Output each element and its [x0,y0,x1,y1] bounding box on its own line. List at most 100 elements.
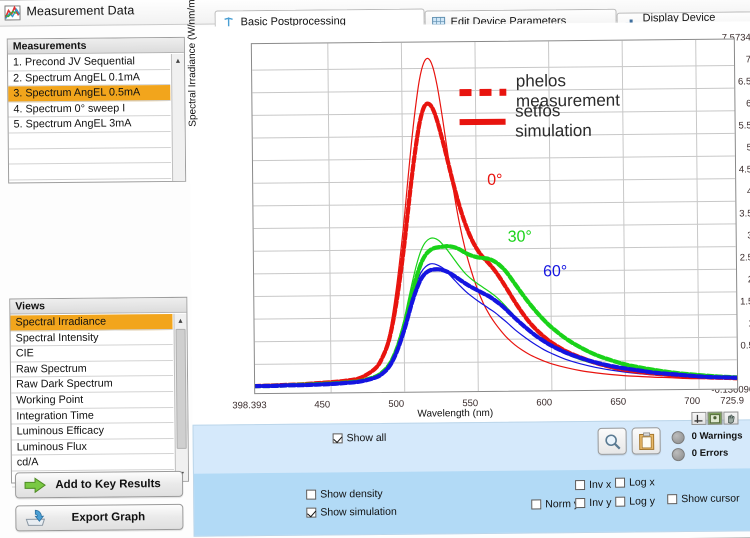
views-rows[interactable]: Spectral Irradiance Spectral Intensity C… [10,314,174,483]
checkbox-label: Show cursor [681,493,739,506]
checkbox-label: Log y [629,495,655,507]
export-graph-label: Export Graph [48,511,182,524]
list-item[interactable]: 2. Spectrum AngEL 0.1mA [8,70,170,87]
list-item-empty[interactable] [9,163,171,180]
chart-area: Spectral Irradiance (W/nm/m2) Wavelength… [189,21,750,424]
measurements-listbox[interactable]: Measurements 1. Precond JV Sequential 2.… [7,37,186,184]
checkbox-label: Show simulation [320,506,397,519]
chart-icon [4,5,20,20]
warnings-led [672,431,685,444]
checkbox-label: Norm y [545,498,579,510]
list-item-empty[interactable] [9,148,171,165]
legend-label: setfos simulation [515,101,608,142]
checkbox-label: Inv x [589,479,611,491]
left-panel: Measurements 1. Precond JV Sequential 2.… [1,29,192,538]
hand-icon [725,413,736,423]
bottom-control-panel: Show all 0 Warnings 0 Errors [192,419,750,536]
log-y-checkbox[interactable]: Log y [615,495,655,507]
x-tick-label: 650 [610,397,626,408]
chart-ylabel: Spectral Irradiance (W/nm/m2) [186,0,198,127]
screenshot-root: Measurement Data Measurements 1. Precond… [0,0,750,538]
list-item[interactable]: Luminous Flux [12,439,174,456]
list-item[interactable]: Raw Spectrum [11,361,173,378]
errors-led [672,448,685,461]
chart-xlabel: Wavelength (nm) [417,408,493,420]
x-tick-label: 398.393 [232,400,266,411]
errors-count: 0 Errors [692,448,729,459]
list-item[interactable]: Spectral Irradiance [10,314,172,331]
scrollbar-thumb[interactable] [176,329,187,449]
legend-swatch-solid [460,119,506,125]
checkbox-box[interactable] [333,433,343,443]
log-x-checkbox[interactable]: Log x [615,476,655,488]
show-simulation-checkbox[interactable]: Show simulation [306,506,397,519]
copy-graph-button[interactable] [632,427,661,454]
list-item[interactable]: CIE [11,345,173,362]
measurement-data-window: Measurement Data Measurements 1. Precond… [0,0,750,538]
inv-y-checkbox[interactable]: Inv y [575,497,611,509]
checkbox-box[interactable] [575,480,585,490]
x-tick-label: 725.9 [720,395,744,406]
scroll-up-icon[interactable]: ▲ [172,55,184,67]
list-item[interactable]: Spectral Intensity [11,330,173,347]
add-to-key-results-button[interactable]: Add to Key Results [15,471,183,499]
pan-tool-button[interactable] [723,412,738,425]
crosshair-tool-button[interactable] [691,412,706,425]
x-tick-label: 600 [536,397,552,408]
show-all-checkbox[interactable]: Show all [333,432,387,445]
select-tool-button[interactable] [707,412,722,425]
list-item[interactable]: Raw Dark Spectrum [11,376,173,393]
checkbox-label: Show all [347,432,387,444]
list-item[interactable]: 3. Spectrum AngEL 0.5mA [8,85,170,102]
checkbox-label: Show density [320,488,383,501]
inv-x-checkbox[interactable]: Inv x [575,479,611,491]
annotation-60deg: 60° [543,263,567,281]
list-item[interactable]: Working Point [11,392,173,409]
magnifier-icon [603,432,621,450]
legend-swatch-dashed [459,88,506,95]
legend-entry-simulation: setfos simulation [459,101,608,142]
checkbox-box[interactable] [531,499,541,509]
scroll-up-icon[interactable]: ▲ [174,315,186,327]
list-item[interactable]: 5. Spectrum AngEL 3mA [9,116,171,133]
list-item[interactable]: 4. Spectrum 0° sweep I [8,101,170,118]
list-item-empty[interactable] [9,179,171,189]
checkbox-box[interactable] [615,478,625,488]
warnings-count: 0 Warnings [692,430,743,441]
list-item[interactable]: cd/A [12,454,174,471]
checkbox-box[interactable] [306,490,316,500]
list-item-empty[interactable] [9,132,171,149]
measurements-rows[interactable]: 1. Precond JV Sequential 2. Spectrum Ang… [8,54,171,183]
checkbox-box[interactable] [306,508,316,518]
checkbox-label: Inv y [589,497,611,509]
x-tick-label: 450 [314,399,330,410]
person-icon [709,413,720,423]
export-graph-button[interactable]: Export Graph [15,504,183,532]
crosshair-icon [693,413,704,423]
window-title: Measurement Data [26,3,134,18]
clipboard-icon [637,432,655,450]
list-item[interactable]: Luminous Efficacy [11,423,173,440]
show-density-checkbox[interactable]: Show density [306,488,383,501]
checkbox-box[interactable] [615,497,625,507]
show-cursor-checkbox[interactable]: Show cursor [667,493,739,506]
green-arrow-icon [22,477,48,493]
list-item[interactable]: Integration Time [11,408,173,425]
list-item[interactable]: 1. Precond JV Sequential [8,54,170,71]
checkbox-label: Log x [629,476,655,488]
measurements-header: Measurements [8,38,184,55]
norm-y-checkbox[interactable]: Norm y [531,498,579,510]
x-tick-label: 700 [684,396,700,407]
x-tick-label: 500 [388,399,404,410]
annotation-0deg: 0° [487,172,502,190]
views-scrollbar[interactable]: ▲ ▼ [173,314,188,481]
measurements-scrollbar[interactable]: ▲ [171,54,185,181]
export-icon [22,509,48,527]
checkbox-box[interactable] [575,498,585,508]
checkbox-box[interactable] [667,494,677,504]
add-to-key-results-label: Add to Key Results [48,478,182,491]
views-listbox[interactable]: Views Spectral Irradiance Spectral Inten… [9,297,189,484]
zoom-graph-button[interactable] [598,428,627,455]
annotation-30deg: 30° [508,228,532,246]
x-tick-label: 550 [462,398,478,409]
